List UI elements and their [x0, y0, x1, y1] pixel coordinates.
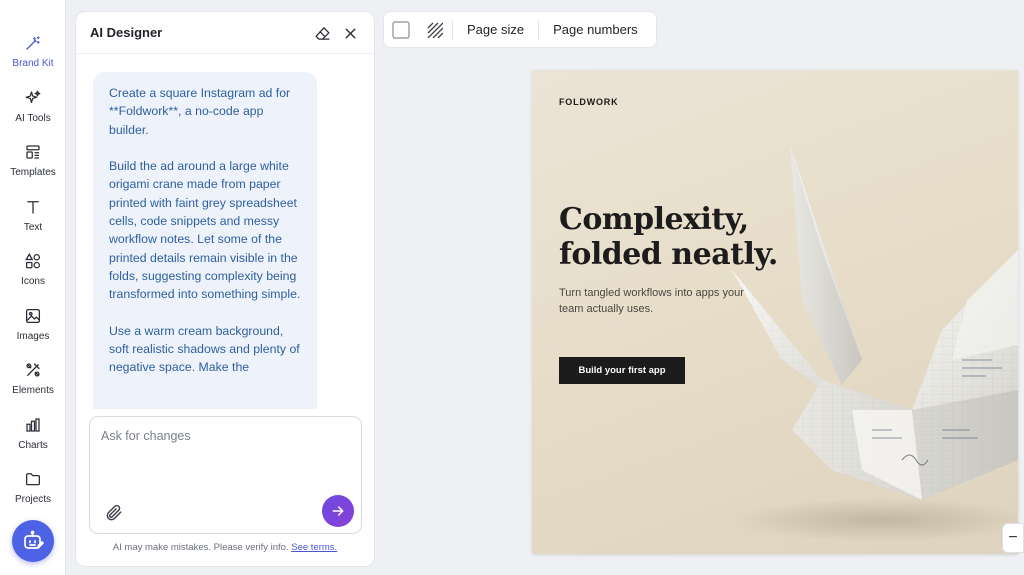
text-icon [27, 201, 39, 214]
folder-icon [25, 473, 41, 486]
ad-headline[interactable]: Complexity, folded neatly. [559, 202, 778, 272]
brand-wordmark[interactable]: FOLDWORK [559, 97, 618, 107]
headline-line: Complexity, [559, 202, 749, 237]
rail-item-ai-tools[interactable]: AI Tools [0, 87, 66, 137]
disclaimer: AI may make mistakes. Please verify info… [76, 542, 374, 553]
templates-icon [26, 145, 40, 159]
eraser-icon [314, 26, 330, 40]
rail-label: Charts [18, 440, 48, 451]
rail-label: AI Tools [15, 113, 51, 124]
headline-line: folded neatly. [559, 237, 778, 272]
ad-subheadline[interactable]: Turn tangled workflows into apps your te… [559, 285, 759, 317]
panel-header: AI Designer [76, 12, 374, 54]
robot-icon [24, 530, 44, 549]
message-paragraph: Build the ad around a large white origam… [109, 159, 301, 302]
rail-label: Brand Kit [12, 58, 54, 69]
zoom-out-button[interactable]: − [1002, 523, 1024, 553]
close-panel-button[interactable] [340, 23, 360, 43]
attach-button[interactable] [104, 503, 124, 523]
rail-label: Elements [12, 385, 54, 396]
background-color-button[interactable] [384, 11, 418, 48]
shapes-icon [25, 252, 41, 269]
paperclip-icon [106, 504, 122, 521]
rail-item-brand-kit[interactable]: Brand Kit [0, 32, 66, 82]
rail-label: Projects [14, 494, 52, 505]
canvas-toolbar: Page size Page numbers [383, 11, 657, 48]
rail-label: Icons [21, 276, 45, 287]
rail-item-charts[interactable]: Charts [0, 414, 66, 464]
rail-label: Templates [10, 167, 56, 178]
rail-label: Images [16, 331, 50, 342]
design-canvas[interactable]: FOLDWORK Complexity, folded neatly. Turn… [532, 70, 1018, 554]
ai-assistant-button[interactable] [12, 520, 54, 562]
ask-for-changes-input[interactable] [101, 429, 351, 443]
image-icon [25, 308, 41, 324]
clear-chat-button[interactable] [312, 23, 332, 43]
elements-icon [26, 363, 40, 377]
message-paragraph: Create a square Instagram ad for **Foldw… [109, 86, 291, 137]
rail-item-templates[interactable]: Templates [0, 141, 66, 191]
left-rail: Brand Kit AI Tools Templates Text Icons … [0, 0, 66, 575]
rail-item-icons[interactable]: Icons [0, 250, 66, 300]
see-terms-link[interactable]: See terms. [291, 542, 337, 553]
user-message-bubble: Create a square Instagram ad for **Foldw… [93, 72, 317, 409]
square-outline-icon [392, 20, 410, 39]
rail-label: Text [23, 222, 43, 233]
magic-wand-icon [26, 36, 40, 50]
panel-title: AI Designer [90, 25, 163, 40]
origami-crane-image [732, 145, 1018, 542]
bar-chart-icon [26, 418, 40, 432]
rail-item-elements[interactable]: Elements [0, 359, 66, 409]
hatch-pattern-icon [427, 22, 443, 38]
cta-button[interactable]: Build your first app [559, 357, 685, 384]
rail-item-images[interactable]: Images [0, 305, 66, 355]
sparkles-icon [25, 90, 41, 104]
message-paragraph: Use a warm cream background, soft realis… [109, 323, 300, 375]
send-button[interactable] [322, 495, 354, 527]
pattern-button[interactable] [418, 11, 452, 48]
page-size-button[interactable]: Page size [453, 22, 538, 37]
page-numbers-button[interactable]: Page numbers [539, 22, 652, 37]
close-icon [345, 28, 355, 38]
rail-item-text[interactable]: Text [0, 196, 66, 246]
rail-item-projects[interactable]: Projects [0, 468, 66, 518]
arrow-right-icon [332, 506, 344, 516]
chat-input-box [89, 416, 362, 534]
ai-designer-panel: AI Designer Create a square Instagram ad… [75, 11, 375, 567]
disclaimer-text: AI may make mistakes. Please verify info… [112, 542, 289, 553]
